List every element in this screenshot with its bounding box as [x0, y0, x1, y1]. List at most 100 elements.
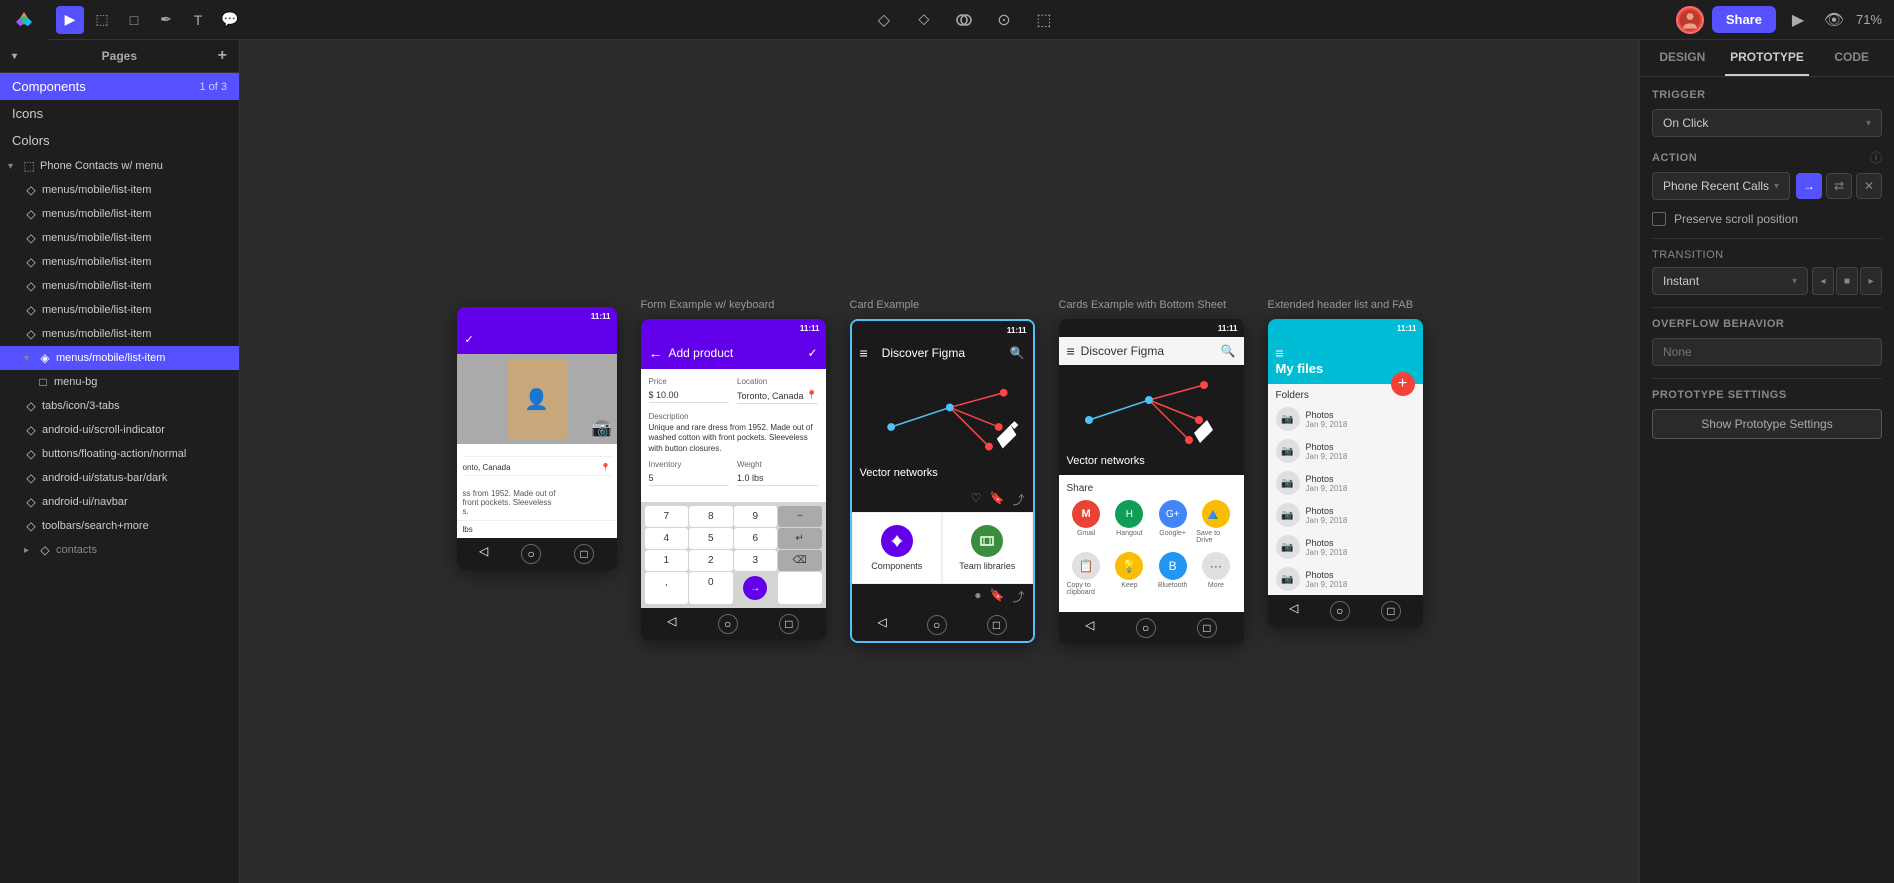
mask-icon[interactable]: ⬦ [910, 6, 938, 34]
info-icon[interactable]: ⓘ [1870, 149, 1882, 166]
key-0[interactable]: 0 [689, 572, 733, 604]
action-swap-btn[interactable]: ⇄ [1826, 173, 1852, 199]
frame-phone-contacts[interactable]: 11:11 ✓ 👤 📷 [457, 307, 617, 570]
layer-item[interactable]: ◇ menus/mobile/list-item [0, 250, 239, 274]
show-prototype-settings-button[interactable]: Show Prototype Settings [1652, 409, 1882, 439]
key-2[interactable]: 2 [689, 550, 733, 571]
transition-next-btn[interactable]: ▸ [1860, 267, 1882, 295]
action-navigate-btn[interactable]: → [1796, 173, 1822, 199]
key-8[interactable]: 8 [689, 506, 733, 527]
fab-button[interactable]: + [1391, 372, 1415, 396]
layer-item[interactable]: ◇ android-ui/status-bar/dark [0, 466, 239, 490]
mini-card-components[interactable]: Components [852, 512, 943, 584]
frame-tool[interactable]: ⬚ [88, 6, 116, 34]
frame-cards-bottom-sheet[interactable]: 11:11 ≡ Discover Figma 🔍 [1059, 319, 1244, 644]
mini-card-team-libraries[interactable]: Team libraries [942, 512, 1033, 584]
crop-icon[interactable]: ⬚ [1030, 6, 1058, 34]
frame-extended-header[interactable]: 11:11 ≡ My files Folders [1268, 319, 1423, 627]
pages-add-button[interactable]: + [218, 48, 227, 64]
share-icon[interactable]: ⤴ [1012, 491, 1024, 508]
layer-item[interactable]: □ menu-bg [0, 370, 239, 394]
page-components[interactable]: Components 1 of 3 [0, 73, 239, 100]
share-button[interactable]: Share [1712, 6, 1776, 33]
preserve-scroll-checkbox[interactable] [1652, 212, 1666, 226]
share-item-gmail[interactable]: M Gmail [1067, 500, 1106, 544]
transition-dropdown[interactable]: Instant ▾ [1652, 267, 1808, 295]
file-item-photos-1[interactable]: 📷 Photos Jan 9, 2018 [1268, 403, 1423, 435]
share-item-copy[interactable]: 📋 Copy to clipboard [1067, 552, 1106, 596]
back-icon[interactable]: ← [649, 345, 663, 361]
key-enter[interactable]: ↵ [778, 528, 822, 549]
layer-item[interactable]: ◇ android-ui/navbar [0, 490, 239, 514]
layer-item[interactable]: ◇ menus/mobile/list-item [0, 178, 239, 202]
layer-item-selected[interactable]: ▾ ◈ menus/mobile/list-item [0, 346, 239, 370]
layer-item[interactable]: ◇ tabs/icon/3-tabs [0, 394, 239, 418]
check-icon[interactable]: ✓ [807, 346, 817, 360]
share-item-drive[interactable]: Save to Drive [1196, 500, 1235, 544]
page-icons[interactable]: Icons [0, 100, 239, 127]
bookmark-icon[interactable]: 🔖 [990, 491, 1005, 508]
layer-phone-contacts[interactable]: ▾ ⬚ Phone Contacts w/ menu [0, 154, 239, 178]
transition-prev-btn[interactable]: ◂ [1812, 267, 1834, 295]
action-dropdown[interactable]: Phone Recent Calls ▾ [1652, 172, 1790, 200]
eye-button[interactable]: 👁 [1820, 6, 1848, 34]
heart-icon[interactable]: ♡ [971, 491, 982, 508]
file-item-photos-6[interactable]: 📷 Photos Jan 9, 2018 [1268, 563, 1423, 595]
play-button[interactable]: ▶ [1784, 6, 1812, 34]
share-item-google[interactable]: G+ Google+ [1153, 500, 1192, 544]
component-icon[interactable]: ◇ [870, 6, 898, 34]
tab-code[interactable]: CODE [1809, 40, 1894, 76]
file-item-photos-3[interactable]: 📷 Photos Jan 9, 2018 [1268, 467, 1423, 499]
tab-prototype[interactable]: PROTOTYPE [1725, 40, 1810, 76]
key-5[interactable]: 5 [689, 528, 733, 549]
file-item-photos-5[interactable]: 📷 Photos Jan 9, 2018 [1268, 531, 1423, 563]
key-7[interactable]: 7 [645, 506, 689, 527]
bool-union-icon[interactable] [950, 6, 978, 34]
comment-tool[interactable]: 💬 [216, 6, 244, 34]
pen-tool[interactable]: ✒ [152, 6, 180, 34]
text-tool[interactable]: T [184, 6, 212, 34]
bookmark-icon2[interactable]: 🔖 [990, 588, 1005, 605]
move-tool[interactable]: ▶ [56, 6, 84, 34]
key-backspace[interactable]: ⌫ [778, 550, 822, 571]
transition-stop-btn[interactable]: ■ [1836, 267, 1858, 295]
field-input-inventory[interactable]: 5 [649, 471, 730, 486]
key-6[interactable]: 6 [734, 528, 778, 549]
share-item-hangout[interactable]: H Hangout [1110, 500, 1149, 544]
key-1[interactable]: 1 [645, 550, 689, 571]
key-comma[interactable]: , [645, 572, 689, 604]
layer-item[interactable]: ◇ android-ui/scroll-indicator [0, 418, 239, 442]
layer-item[interactable]: ◇ menus/mobile/list-item [0, 202, 239, 226]
file-item-photos-2[interactable]: 📷 Photos Jan 9, 2018 [1268, 435, 1423, 467]
file-item-photos-4[interactable]: 📷 Photos Jan 9, 2018 [1268, 499, 1423, 531]
key-go[interactable]: → [734, 572, 778, 604]
key-9[interactable]: 9 [734, 506, 778, 527]
pages-collapse-icon[interactable]: ▾ [12, 51, 17, 62]
layer-item[interactable]: ◇ menus/mobile/list-item [0, 226, 239, 250]
share-item-more[interactable]: ··· More [1196, 552, 1235, 596]
layer-item[interactable]: ◇ menus/mobile/list-item [0, 322, 239, 346]
record-icon[interactable]: ● [974, 588, 981, 605]
share-icon2[interactable]: ⤴ [1012, 588, 1024, 605]
share-item-keep[interactable]: 💡 Keep [1110, 552, 1149, 596]
layer-item[interactable]: ◇ menus/mobile/list-item [0, 274, 239, 298]
key-3[interactable]: 3 [734, 550, 778, 571]
main-canvas[interactable]: 11:11 ✓ 👤 📷 [240, 40, 1639, 883]
circle-icon[interactable]: ⊙ [990, 6, 1018, 34]
trigger-dropdown[interactable]: On Click ▾ [1652, 109, 1882, 137]
action-close-btn[interactable]: ✕ [1856, 173, 1882, 199]
share-item-bluetooth[interactable]: B Bluetooth [1153, 552, 1192, 596]
key-minus[interactable]: − [778, 506, 822, 527]
tab-design[interactable]: DESIGN [1640, 40, 1725, 76]
frame-card-example[interactable]: 11:11 ≡ Discover Figma 🔍 [850, 319, 1035, 643]
field-input-price[interactable]: $ 10.00 [649, 388, 730, 403]
frame-add-product[interactable]: 11:11 ← Add product ✓ Price [641, 319, 826, 640]
key-4[interactable]: 4 [645, 528, 689, 549]
shape-tool[interactable]: □ [120, 6, 148, 34]
layer-item[interactable]: ◇ toolbars/search+more [0, 514, 239, 538]
layer-item[interactable]: ◇ buttons/floating-action/normal [0, 442, 239, 466]
field-input-weight[interactable]: 1.0 lbs [737, 471, 818, 486]
page-colors[interactable]: Colors [0, 127, 239, 154]
field-input-location[interactable]: Toronto, Canada📍 [737, 388, 818, 404]
layer-item[interactable]: ◇ menus/mobile/list-item [0, 298, 239, 322]
